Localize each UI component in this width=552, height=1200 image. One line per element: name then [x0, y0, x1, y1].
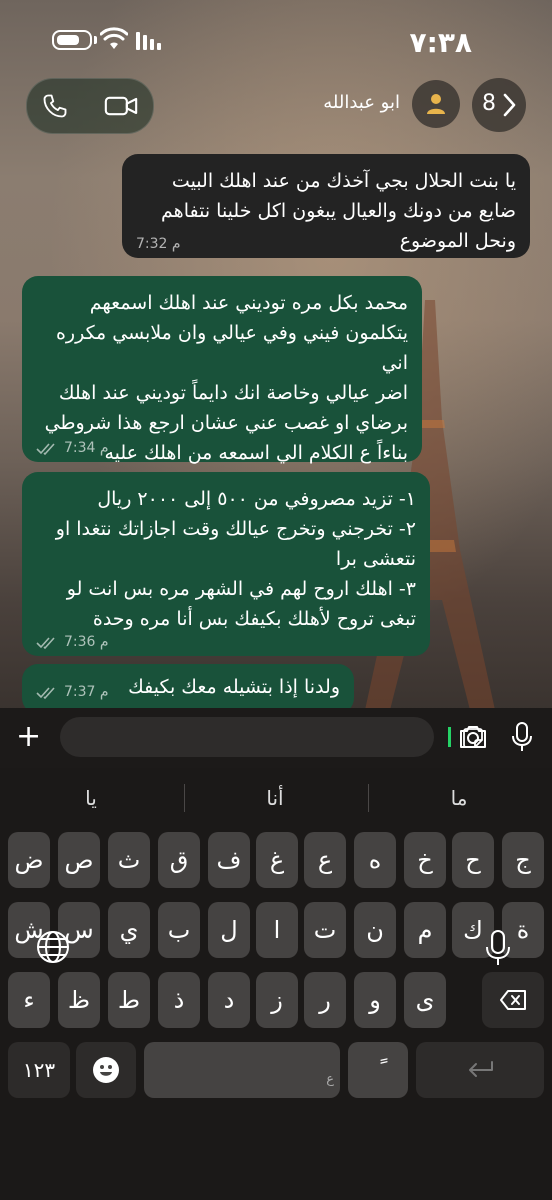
tanween-key[interactable]: ً — [348, 1042, 408, 1098]
suggestion[interactable]: أنا — [200, 786, 350, 810]
phone-icon[interactable] — [41, 92, 69, 120]
key[interactable]: ز — [256, 972, 298, 1028]
battery-icon — [52, 30, 92, 50]
contact-avatar[interactable] — [412, 80, 460, 128]
key[interactable]: ض — [8, 832, 50, 888]
key[interactable]: ي — [108, 902, 150, 958]
video-call-icon[interactable] — [103, 92, 139, 120]
camera-icon[interactable] — [458, 724, 488, 750]
emoji-key[interactable] — [76, 1042, 136, 1098]
back-button[interactable]: 8 — [472, 78, 526, 132]
status-bar: ٧:٣٨ — [0, 0, 552, 80]
return-arrow-icon — [469, 1061, 493, 1077]
chevron-back-icon — [503, 93, 516, 117]
message-text: يا بنت الحلال بجي آخذك من عند اهلك البيت… — [161, 170, 516, 252]
suggestion[interactable]: ما — [384, 786, 534, 810]
battery-tip — [94, 36, 97, 44]
key[interactable]: ع — [304, 832, 346, 888]
key[interactable]: ا — [256, 902, 298, 958]
key[interactable]: ت — [304, 902, 346, 958]
key[interactable]: ه — [354, 832, 396, 888]
suggestion[interactable]: يا — [16, 786, 166, 810]
key[interactable]: ث — [108, 832, 150, 888]
key[interactable]: ء — [8, 972, 50, 1028]
emoji-icon — [93, 1057, 119, 1083]
key[interactable]: ق — [158, 832, 200, 888]
microphone-icon[interactable] — [512, 722, 532, 752]
key[interactable]: ذ — [158, 972, 200, 1028]
message-time: 7:32 م — [136, 236, 181, 252]
dictation-mic-icon[interactable] — [486, 930, 510, 966]
message-time: 7:36 م — [64, 634, 109, 650]
key[interactable]: ح — [452, 832, 494, 888]
key[interactable]: خ — [404, 832, 446, 888]
status-time: ٧:٣٨ — [409, 26, 472, 59]
key[interactable]: ل — [208, 902, 250, 958]
key[interactable]: ى — [404, 972, 446, 1028]
backspace-key[interactable] — [482, 972, 544, 1028]
space-key[interactable]: ع — [144, 1042, 340, 1098]
key[interactable]: ظ — [58, 972, 100, 1028]
read-receipt-icon — [36, 687, 55, 700]
key[interactable]: ن — [354, 902, 396, 958]
key[interactable]: ط — [108, 972, 150, 1028]
key[interactable]: غ — [256, 832, 298, 888]
suggestion-divider — [368, 784, 369, 812]
globe-icon[interactable] — [36, 930, 70, 964]
message-composer: + — [0, 708, 552, 768]
message-time: 7:37 م — [64, 684, 109, 700]
key[interactable]: م — [404, 902, 446, 958]
key[interactable]: د — [208, 972, 250, 1028]
key[interactable]: و — [354, 972, 396, 1028]
attach-plus-icon[interactable]: + — [16, 722, 41, 752]
backspace-icon — [500, 990, 526, 1010]
text-caret — [448, 727, 451, 747]
signal-icon — [136, 32, 161, 50]
read-receipt-icon — [36, 637, 55, 650]
message-input[interactable] — [60, 717, 483, 757]
space-key-hint: ع — [326, 1072, 334, 1087]
key[interactable]: ج — [502, 832, 544, 888]
keyboard: يا أنا ما ض ص ث ق ف غ ع ه خ ح ج ش س ي ب … — [0, 768, 552, 1200]
key[interactable]: ف — [208, 832, 250, 888]
person-icon — [427, 94, 445, 114]
call-actions — [26, 78, 154, 134]
key[interactable]: ب — [158, 902, 200, 958]
message-text: ١- تزيد مصروفي من ٥٠٠ إلى ٢٠٠٠ ريال ٢- ت… — [55, 488, 416, 630]
suggestion-divider — [184, 784, 185, 812]
message-time: 7:34 م — [64, 440, 109, 456]
return-key[interactable] — [416, 1042, 544, 1098]
numbers-key[interactable]: ١٢٣ — [8, 1042, 70, 1098]
message-bubble-outgoing[interactable]: محمد بكل مره توديني عند اهلك اسمعهم يتكل… — [22, 276, 422, 464]
read-receipt-icon — [36, 443, 55, 456]
message-bubble-incoming[interactable]: يا بنت الحلال بجي آخذك من عند اهلك البيت… — [122, 154, 530, 258]
key[interactable]: ص — [58, 832, 100, 888]
message-bubble-outgoing[interactable]: ١- تزيد مصروفي من ٥٠٠ إلى ٢٠٠٠ ريال ٢- ت… — [22, 472, 430, 656]
wifi-icon — [100, 27, 128, 49]
contact-name[interactable]: ابو عبدالله — [300, 92, 400, 113]
unread-count: 8 — [482, 91, 496, 116]
key[interactable]: ر — [304, 972, 346, 1028]
